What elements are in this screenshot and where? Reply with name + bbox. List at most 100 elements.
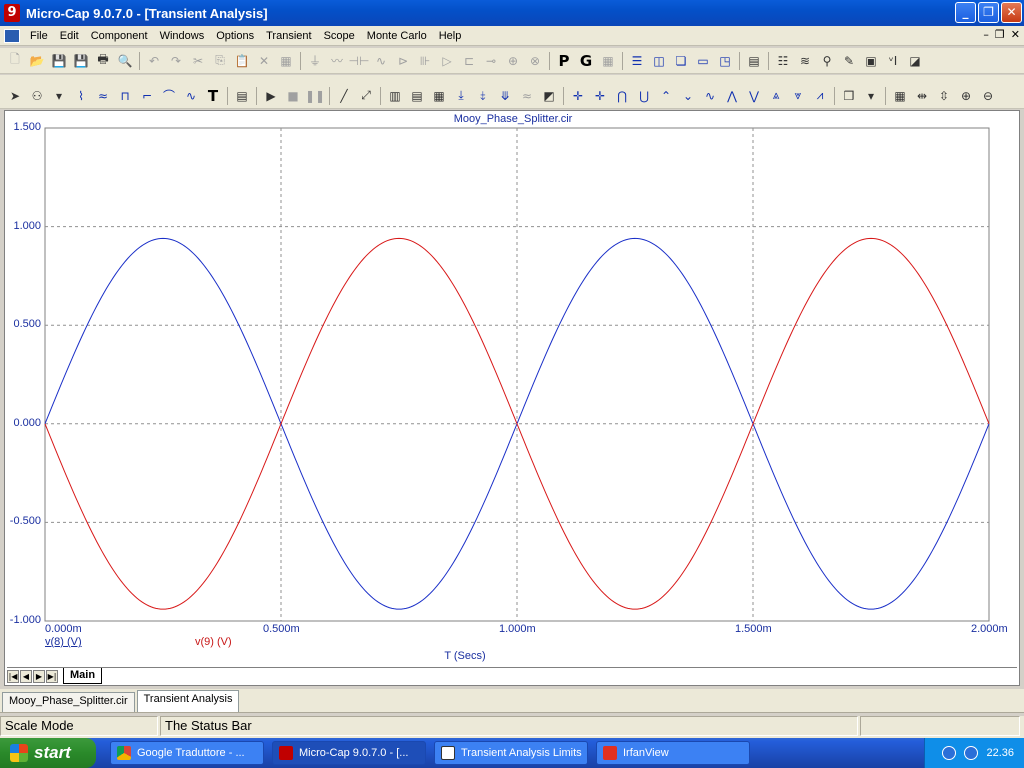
- next-interpolated-icon[interactable]: ✛: [590, 86, 610, 106]
- tab-prev-icon[interactable]: ◀: [20, 669, 32, 683]
- menu-help[interactable]: Help: [433, 30, 468, 42]
- tab-schematic[interactable]: Mooy_Phase_Splitter.cir: [2, 692, 135, 712]
- tile-vertical-icon[interactable]: ◫: [649, 51, 669, 71]
- switch-icon[interactable]: ⊸: [481, 51, 501, 71]
- tab-first-icon[interactable]: |◀: [7, 669, 19, 683]
- peak-icon[interactable]: ⌒: [159, 86, 179, 106]
- tab-transient-analysis[interactable]: Transient Analysis: [136, 690, 240, 712]
- tile-horizontal-icon[interactable]: ☰: [627, 51, 647, 71]
- start-button[interactable]: start: [0, 738, 96, 768]
- close-button[interactable]: ✕: [1001, 2, 1022, 23]
- grid-horizontal-icon[interactable]: ▤: [407, 86, 427, 106]
- paste-icon[interactable]: 📋: [232, 51, 252, 71]
- delete-icon[interactable]: ✕: [254, 51, 274, 71]
- task-microcap[interactable]: Micro-Cap 9.0.7.0 - [...: [272, 741, 426, 765]
- valley-find-icon[interactable]: ⋃: [634, 86, 654, 106]
- current-source-icon[interactable]: ⊗: [525, 51, 545, 71]
- plot-properties-icon[interactable]: ◩: [539, 86, 559, 106]
- run-icon[interactable]: ▶: [261, 86, 281, 106]
- menu-component[interactable]: Component: [85, 30, 154, 42]
- task-google-translate[interactable]: Google Traduttore - ...: [110, 741, 264, 765]
- scale-icon[interactable]: ⤢: [356, 86, 376, 106]
- x-axis-icon[interactable]: ⇹: [912, 86, 932, 106]
- source-icon[interactable]: ⊕: [503, 51, 523, 71]
- numeric-output-icon[interactable]: ▦: [890, 86, 910, 106]
- menu-monte-carlo[interactable]: Monte Carlo: [361, 30, 433, 42]
- microcap-app-icon[interactable]: 9: [4, 4, 20, 22]
- ground-icon[interactable]: ⏚: [305, 51, 325, 71]
- vi-icon[interactable]: ᵛI: [883, 51, 903, 71]
- minimize-button[interactable]: _: [955, 2, 976, 23]
- open-file-icon[interactable]: 📂: [27, 51, 47, 71]
- top-icon[interactable]: ⩓: [766, 86, 786, 106]
- inductor-icon[interactable]: ∿: [371, 51, 391, 71]
- mdi-close-icon[interactable]: ✕: [1011, 28, 1020, 41]
- clock[interactable]: 22.36: [986, 747, 1014, 759]
- window-icon[interactable]: ▭: [693, 51, 713, 71]
- pencil-icon[interactable]: ✎: [839, 51, 859, 71]
- tab-main[interactable]: Main: [63, 668, 103, 684]
- save-icon[interactable]: 💾: [49, 51, 69, 71]
- tracker-icon[interactable]: ≈: [517, 86, 537, 106]
- wire-icon[interactable]: ⌇: [71, 86, 91, 106]
- high-find-icon[interactable]: ⌃: [656, 86, 676, 106]
- print-icon[interactable]: 🖶: [93, 51, 113, 71]
- copy-icon[interactable]: ⎘: [210, 51, 230, 71]
- restore-button[interactable]: ❐: [978, 2, 999, 23]
- opamp-icon[interactable]: ▷: [437, 51, 457, 71]
- new-file-icon[interactable]: 🗋: [5, 51, 25, 71]
- cursor-mode-icon[interactable]: ⤋: [495, 86, 515, 106]
- document-icon[interactable]: [4, 28, 20, 43]
- zoom-out-icon[interactable]: ⊖: [978, 86, 998, 106]
- task-irfanview[interactable]: IrfanView: [596, 741, 750, 765]
- resistor-icon[interactable]: 〰: [327, 51, 347, 71]
- bus-icon[interactable]: ≈: [93, 86, 113, 106]
- global-low-icon[interactable]: ⋁: [744, 86, 764, 106]
- undo-icon[interactable]: ↶: [144, 51, 164, 71]
- g-key-button[interactable]: G: [576, 51, 596, 71]
- menu-file[interactable]: File: [24, 30, 54, 42]
- print-preview-icon[interactable]: 🔍: [115, 51, 135, 71]
- analysis-icon[interactable]: ◪: [905, 51, 925, 71]
- cut-icon[interactable]: ✂: [188, 51, 208, 71]
- select-arrow-icon[interactable]: ➤: [5, 86, 25, 106]
- bluetooth-icon[interactable]: [964, 746, 979, 760]
- transformer-icon[interactable]: ⊏: [459, 51, 479, 71]
- component-select-icon[interactable]: ⚇: [27, 86, 47, 106]
- grid-minor-icon[interactable]: ▦: [429, 86, 449, 106]
- waveform-icon[interactable]: ≋: [795, 51, 815, 71]
- redo-icon[interactable]: ↷: [166, 51, 186, 71]
- tab-last-icon[interactable]: ▶|: [46, 669, 58, 683]
- line-tool-icon[interactable]: ╱: [334, 86, 354, 106]
- cascade-icon[interactable]: ❏: [671, 51, 691, 71]
- calculator-icon[interactable]: ▤: [744, 51, 764, 71]
- tab-next-icon[interactable]: ▶: [33, 669, 45, 683]
- legend-v8[interactable]: v(8) (V): [45, 636, 82, 648]
- inflection-icon[interactable]: ∿: [700, 86, 720, 106]
- save-all-icon[interactable]: 💾: [71, 51, 91, 71]
- global-high-icon[interactable]: ⋀: [722, 86, 742, 106]
- menu-options[interactable]: Options: [210, 30, 260, 42]
- menu-edit[interactable]: Edit: [54, 30, 85, 42]
- text-tool-icon[interactable]: T: [203, 86, 223, 106]
- cursor-right-icon[interactable]: ⤈: [473, 86, 493, 106]
- display-icon[interactable]: ▣: [861, 51, 881, 71]
- fft-icon[interactable]: ∿: [181, 86, 201, 106]
- transient-plot[interactable]: [5, 111, 1021, 667]
- battery-icon[interactable]: ⊪: [415, 51, 435, 71]
- y-axis-icon[interactable]: ⇳: [934, 86, 954, 106]
- mdi-minimize-icon[interactable]: –: [983, 28, 989, 41]
- properties-icon[interactable]: ▤: [232, 86, 252, 106]
- next-simple-data-icon[interactable]: ✛: [568, 86, 588, 106]
- p-key-button[interactable]: P: [554, 51, 574, 71]
- capacitor-icon[interactable]: ⊣⊢: [349, 51, 370, 71]
- grid-toggle-icon[interactable]: ▦: [598, 51, 618, 71]
- cube-icon[interactable]: ❒: [839, 86, 859, 106]
- sweep-icon[interactable]: ⊓: [115, 86, 135, 106]
- mdi-restore-icon[interactable]: ❐: [995, 28, 1005, 41]
- probe-icon[interactable]: ⚲: [817, 51, 837, 71]
- select-all-icon[interactable]: ▦: [276, 51, 296, 71]
- task-transient-limits[interactable]: Transient Analysis Limits: [434, 741, 588, 765]
- menu-windows[interactable]: Windows: [154, 30, 211, 42]
- window-split-icon[interactable]: ◳: [715, 51, 735, 71]
